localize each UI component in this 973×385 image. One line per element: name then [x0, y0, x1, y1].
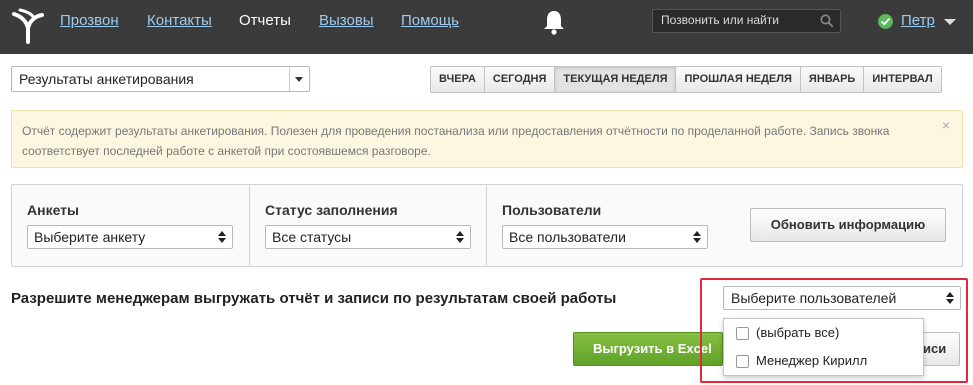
status-select-value: Все статусы — [272, 229, 352, 245]
status-select[interactable]: Все статусы — [265, 225, 471, 249]
report-type-value: Результаты анкетирования — [19, 71, 194, 87]
users-filter-value: Все пользователи — [509, 229, 626, 245]
dropdown-arrow-icon[interactable] — [289, 67, 309, 91]
nav-item-call-log[interactable]: Вызовы — [319, 12, 374, 29]
top-bar: Прозвон Контакты Отчеты Вызовы Помощь По… — [0, 0, 973, 54]
logo-icon[interactable] — [10, 6, 46, 46]
select-arrows-icon — [693, 231, 701, 243]
users-filter-select[interactable]: Все пользователи — [502, 225, 708, 249]
period-tabs: ВЧЕРА СЕГОДНЯ ТЕКУЩАЯ НЕДЕЛЯ ПРОШЛАЯ НЕД… — [430, 66, 942, 93]
refresh-button[interactable]: Обновить информацию — [750, 208, 946, 242]
user-name[interactable]: Петр — [901, 12, 935, 29]
survey-select[interactable]: Выберите анкету — [27, 225, 233, 249]
period-interval[interactable]: ИНТЕРВАЛ — [863, 67, 940, 92]
period-january[interactable]: ЯНВАРЬ — [799, 67, 863, 92]
period-last-week[interactable]: ПРОШЛАЯ НЕДЕЛЯ — [675, 67, 799, 92]
nav-item-contacts[interactable]: Контакты — [147, 12, 212, 29]
search-placeholder: Позвонить или найти — [661, 13, 779, 27]
period-yesterday[interactable]: ВЧЕРА — [431, 67, 484, 92]
period-today[interactable]: СЕГОДНЯ — [483, 67, 554, 92]
filters-panel: Анкеты Выберите анкету Статус заполнения… — [11, 184, 963, 267]
close-icon[interactable]: × — [942, 117, 950, 133]
filter-surveys: Анкеты Выберите анкету — [12, 185, 249, 266]
search-input[interactable]: Позвонить или найти — [652, 9, 841, 33]
nav-item-reports[interactable]: Отчеты — [239, 12, 291, 29]
bell-icon[interactable] — [542, 9, 566, 35]
select-arrows-icon — [456, 231, 464, 243]
filter-status: Статус заполнения Все статусы — [249, 185, 486, 266]
survey-select-value: Выберите анкету — [34, 229, 146, 245]
select-arrows-icon — [218, 231, 226, 243]
chevron-down-icon[interactable] — [944, 19, 956, 25]
period-current-week[interactable]: ТЕКУЩАЯ НЕДЕЛЯ — [554, 67, 676, 92]
highlight-frame — [700, 278, 968, 383]
info-notice: Отчёт содержит результаты анкетирования.… — [11, 110, 963, 168]
filter-status-label: Статус заполнения — [265, 202, 398, 218]
report-type-select[interactable]: Результаты анкетирования — [11, 66, 310, 92]
filter-surveys-label: Анкеты — [27, 202, 79, 218]
search-icon[interactable] — [820, 14, 834, 28]
nav-item-help[interactable]: Помощь — [401, 12, 459, 29]
filter-users-label: Пользователи — [502, 202, 602, 218]
status-online-icon — [878, 14, 893, 29]
info-notice-text: Отчёт содержит результаты анкетирования.… — [22, 124, 890, 158]
permission-label: Разрешите менеджерам выгружать отчёт и з… — [11, 290, 617, 307]
nav-item-calls-dialing[interactable]: Прозвон — [60, 12, 119, 29]
